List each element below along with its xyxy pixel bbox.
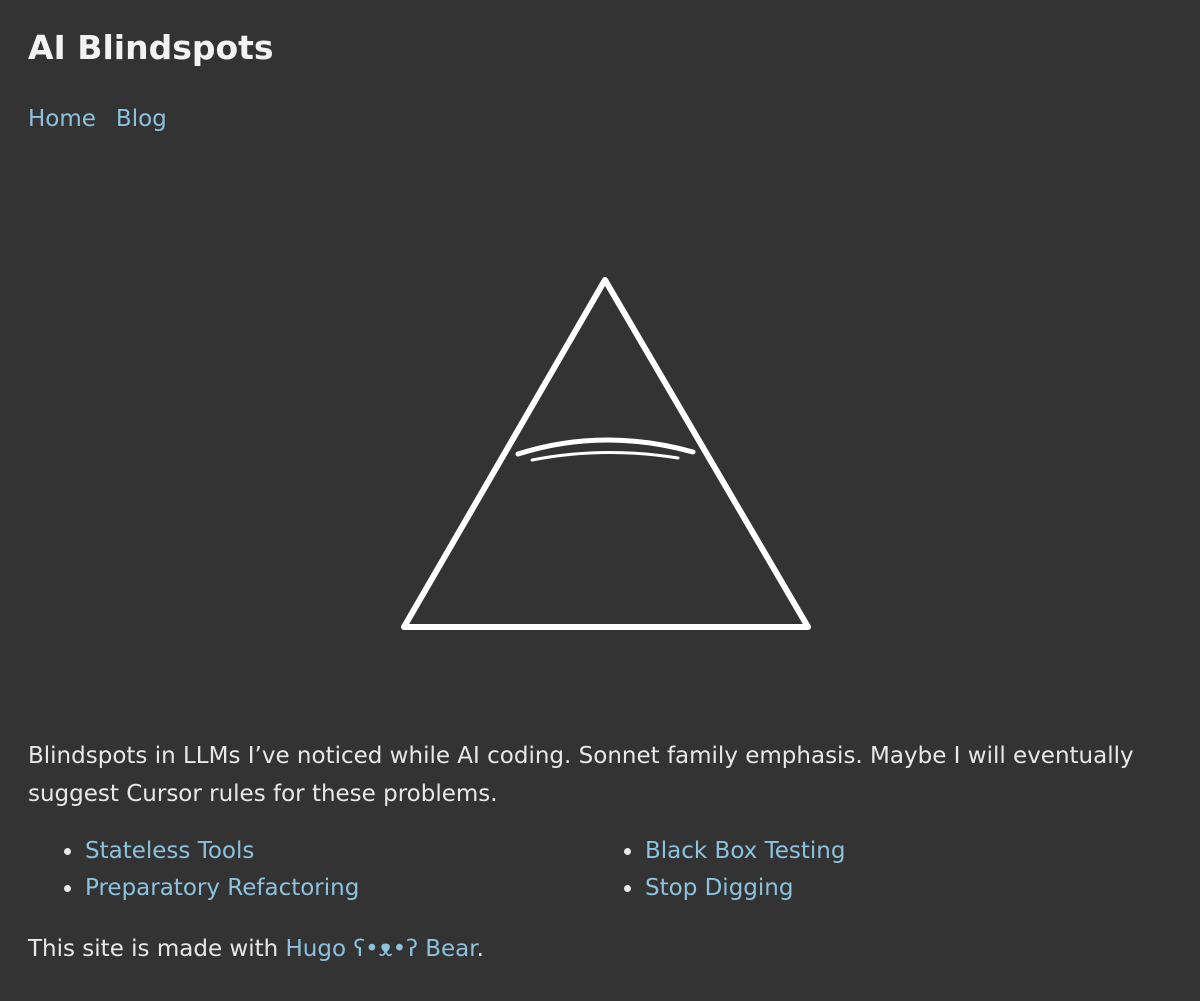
footer-hugo-bear-link[interactable]: Hugo ʕ•ᴥ•ʔ Bear — [286, 936, 477, 962]
footer-suffix: . — [476, 936, 484, 962]
post-link-preparatory-refactoring[interactable]: Preparatory Refactoring — [85, 875, 359, 901]
post-list-item: Black Box Testing — [618, 833, 1138, 870]
post-list-item: Stop Digging — [618, 870, 1138, 907]
post-list-item: Preparatory Refactoring — [58, 870, 618, 907]
post-list: Stateless Tools Black Box Testing Prepar… — [58, 833, 1168, 907]
triangle-eye-icon — [398, 272, 814, 634]
post-link-black-box-testing[interactable]: Black Box Testing — [645, 838, 845, 864]
nav-home-link[interactable]: Home — [28, 102, 96, 136]
main-nav: Home Blog — [28, 102, 167, 136]
intro-text: Blindspots in LLMs I’ve noticed while AI… — [28, 743, 1134, 807]
post-link-stop-digging[interactable]: Stop Digging — [645, 875, 793, 901]
post-link-stateless-tools[interactable]: Stateless Tools — [85, 838, 254, 864]
page: AI Blindspots Home Blog Blindspots in LL… — [0, 0, 1200, 1001]
nav-blog-link[interactable]: Blog — [116, 102, 167, 136]
footer-prefix: This site is made with — [28, 936, 286, 962]
post-list-item: Stateless Tools — [58, 833, 618, 870]
footer: This site is made with Hugo ʕ•ᴥ•ʔ Bear. — [28, 930, 484, 968]
site-title[interactable]: AI Blindspots — [28, 26, 274, 70]
